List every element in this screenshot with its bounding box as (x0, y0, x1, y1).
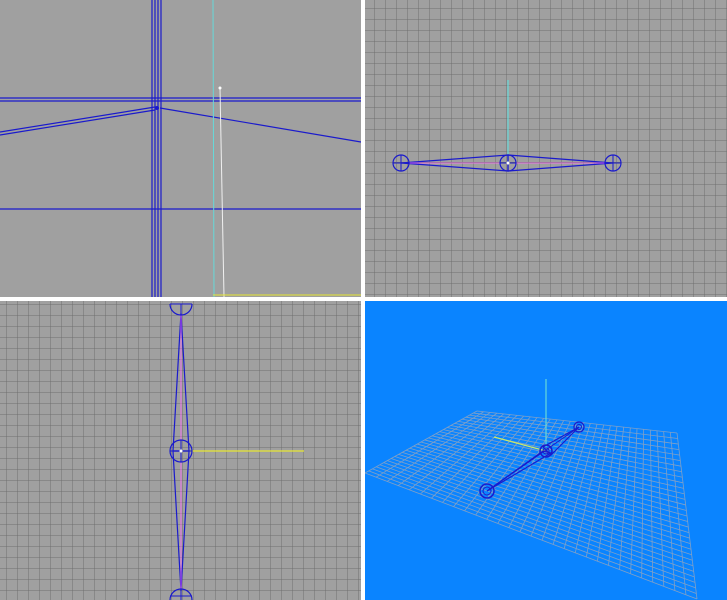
viewport-front[interactable] (365, 0, 727, 297)
front-grid (365, 0, 727, 297)
bone-joint-icon (392, 154, 410, 172)
front-canvas[interactable] (365, 0, 727, 297)
white-guide-point (218, 86, 222, 90)
perspective-canvas[interactable] (365, 301, 727, 600)
quad-viewport-editor (0, 0, 727, 600)
viewport-perspective-closeup[interactable] (0, 0, 361, 297)
bone-joint-icon (604, 154, 622, 172)
viewport-side[interactable] (0, 301, 361, 600)
viewport-perspective-3d[interactable] (365, 301, 727, 600)
closeup-canvas[interactable] (0, 0, 361, 297)
closeup-background (0, 0, 361, 297)
side-canvas[interactable] (0, 301, 361, 600)
bone-joint-icon (169, 439, 193, 463)
bone-joint-icon (499, 154, 517, 172)
bone-joint-icon (155, 106, 159, 110)
